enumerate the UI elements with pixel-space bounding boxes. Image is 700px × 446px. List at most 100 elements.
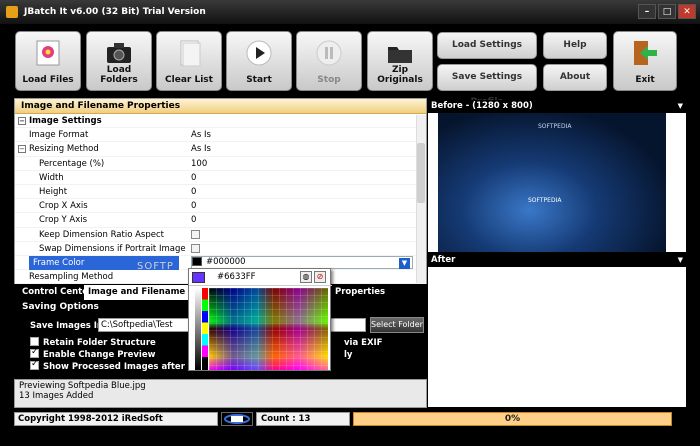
section-title: Image Settings <box>29 116 102 126</box>
property-row[interactable]: Percentage (%) 100 <box>15 157 426 171</box>
save-path-field-end[interactable] <box>330 318 366 332</box>
progress-bar: 0% <box>353 412 672 426</box>
zip-originals-label: Zip Originals <box>377 65 423 85</box>
property-value[interactable]: 0 <box>191 171 196 185</box>
minimize-icon[interactable]: – <box>638 4 656 19</box>
camera-icon <box>107 43 131 63</box>
save-images-in-label: Save Images In <box>30 321 103 331</box>
log-line: Previewing Softpedia Blue.jpg <box>19 381 146 391</box>
dropdown-arrow-icon[interactable]: ▼ <box>399 257 410 269</box>
before-preview-header: Before - (1280 x 800) ▼ <box>428 100 686 113</box>
before-preview-image: SOFTPEDIA SOFTPEDIA <box>438 113 666 252</box>
property-name: Image Format <box>29 130 89 141</box>
menu-arrow-icon[interactable]: ▼ <box>678 100 683 113</box>
help-button[interactable]: Help <box>543 32 607 59</box>
status-log: Previewing Softpedia Blue.jpg 13 Images … <box>14 379 427 408</box>
property-value[interactable]: As Is <box>191 128 211 142</box>
about-button[interactable]: About <box>543 64 607 91</box>
property-row[interactable]: Crop X Axis 0 <box>15 199 426 214</box>
property-row[interactable]: Image Format As Is <box>15 128 426 143</box>
color-wheel-icon[interactable]: ◍ <box>300 271 312 283</box>
property-value[interactable]: 0 <box>191 213 196 227</box>
saving-options-title: Saving Options <box>22 302 99 312</box>
property-value[interactable]: 100 <box>191 157 207 171</box>
keep-ratio-checkbox[interactable] <box>191 229 200 239</box>
load-folders-label: Load Folders <box>100 65 138 85</box>
web-color-cells[interactable] <box>209 288 328 370</box>
color-picker-popup[interactable]: #6633FF ◍ ⊘ <box>188 268 332 371</box>
save-settings-profile-button[interactable]: Save Settings Profile <box>437 64 537 107</box>
before-label: Before - (1280 x 800) <box>431 101 533 111</box>
menu-arrow-icon[interactable]: ▼ <box>678 254 683 267</box>
zip-originals-button[interactable]: Zip Originals <box>367 31 433 91</box>
tab-image-filename[interactable]: Image and Filename Prope <box>84 285 202 300</box>
window-title: JBatch It v6.00 (32 Bit) Trial Version <box>24 7 206 17</box>
property-name: Height <box>39 186 68 197</box>
swap-dimensions-checkbox[interactable] <box>191 243 200 253</box>
property-name: Percentage (%) <box>39 158 105 169</box>
load-settings-profile-button[interactable]: Load Settings Profile <box>437 32 537 75</box>
exit-label: Exit <box>635 75 655 85</box>
property-name: Resampling Method <box>29 272 114 283</box>
pause-icon <box>316 40 342 66</box>
property-value[interactable]: 0 <box>191 185 196 199</box>
properties-panel: Image and Filename Properties − Image Se… <box>14 98 427 285</box>
greyscale-strip[interactable] <box>195 288 201 370</box>
play-icon <box>246 40 272 66</box>
after-preview-header: After ▼ <box>428 254 686 267</box>
clear-list-button[interactable]: Clear List <box>156 31 222 91</box>
property-row[interactable]: Keep Dimension Ratio Aspect <box>15 228 426 242</box>
selected-color-swatch <box>192 272 205 283</box>
title-bar: JBatch It v6.00 (32 Bit) Trial Version –… <box>0 0 700 24</box>
frame-color-combo[interactable]: #000000 ▼ <box>191 255 413 269</box>
load-files-button[interactable]: Load Files <box>15 31 81 91</box>
property-value[interactable]: 0 <box>191 199 196 213</box>
retain-folder-checkbox[interactable] <box>30 337 39 346</box>
tab-properties[interactable]: Properties <box>331 285 389 300</box>
select-folder-button[interactable]: Select Folder <box>370 317 424 333</box>
retain-folder-option[interactable]: Retain Folder Structure <box>30 337 156 348</box>
property-row[interactable]: − Resizing Method As Is <box>15 142 426 157</box>
collapse-icon[interactable]: − <box>18 145 26 154</box>
exit-button[interactable]: Exit <box>613 31 677 91</box>
toolbar: Load Files Load Folders Clear List Start… <box>0 24 700 107</box>
stop-button[interactable]: Stop <box>296 31 362 91</box>
start-button[interactable]: Start <box>226 31 292 91</box>
property-name: Width <box>39 172 64 183</box>
log-line: 13 Images Added <box>19 391 94 401</box>
window-controls: – □ ✕ <box>638 4 696 19</box>
stop-label: Stop <box>317 75 341 85</box>
web-color-grid[interactable] <box>209 288 328 370</box>
image-settings-section[interactable]: − Image Settings <box>15 114 426 129</box>
color-palette[interactable] <box>195 288 328 370</box>
property-row[interactable]: Crop Y Axis 0 <box>15 213 426 228</box>
save-path-input[interactable]: C:\Softpedia\Test <box>98 318 200 332</box>
wallpaper-text: SOFTPEDIA <box>538 123 572 130</box>
primary-strip[interactable] <box>202 288 208 370</box>
exit-arrow-icon <box>634 41 657 65</box>
app-icon <box>6 6 18 18</box>
properties-scrollbar[interactable] <box>416 115 426 283</box>
property-row[interactable]: Height 0 <box>15 185 426 200</box>
property-row[interactable]: Swap Dimensions if Portrait Image <box>15 242 426 256</box>
image-count: Count : 13 <box>256 412 350 426</box>
property-value[interactable]: As Is <box>191 142 211 156</box>
enable-preview-option[interactable]: Enable Change Preview <box>30 347 155 360</box>
after-preview-area <box>428 267 686 407</box>
close-icon[interactable]: ✕ <box>678 4 696 19</box>
scrollbar-thumb[interactable] <box>417 143 425 203</box>
no-color-icon[interactable]: ⊘ <box>314 271 326 283</box>
properties-header: Image and Filename Properties <box>15 99 426 114</box>
selected-color-hex: #6633FF <box>217 272 256 282</box>
enable-preview-checkbox[interactable] <box>30 347 39 358</box>
load-folders-button[interactable]: Load Folders <box>86 31 152 91</box>
color-picker-header: #6633FF ◍ ⊘ <box>189 269 332 286</box>
collapse-icon[interactable]: − <box>18 117 26 125</box>
start-label: Start <box>246 75 272 85</box>
only-label: ly <box>344 350 353 360</box>
property-row[interactable]: Width 0 <box>15 171 426 185</box>
retain-folder-label: Retain Folder Structure <box>43 338 156 348</box>
property-name: Swap Dimensions if Portrait Image <box>39 243 186 254</box>
maximize-icon[interactable]: □ <box>658 4 676 19</box>
show-processed-checkbox[interactable] <box>30 359 39 370</box>
